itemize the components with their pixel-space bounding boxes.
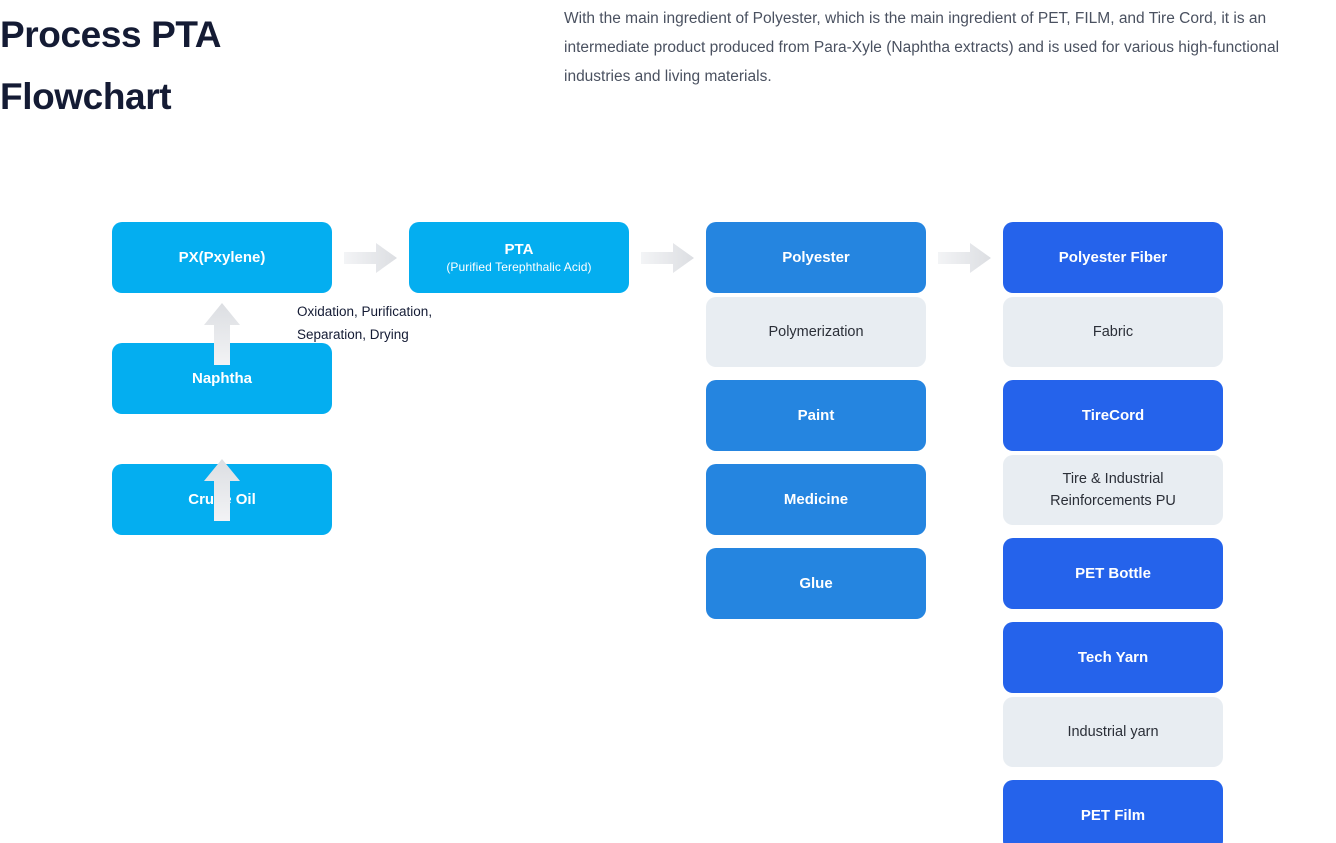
arrow-up-naphtha-to-px	[203, 303, 241, 365]
node-pet-bottle-label: PET Bottle	[1075, 565, 1151, 582]
node-polymerization-label: Polymerization	[768, 324, 864, 340]
node-glue-label: Glue	[799, 575, 833, 592]
flow-column-polyester-products: Polyester Polymerization Paint Medicine …	[706, 222, 926, 619]
flow-column-end-products: Polyester Fiber Fabric TireCord Tire & I…	[1003, 222, 1223, 843]
node-tirecord[interactable]: TireCord	[1003, 380, 1223, 451]
node-fabric: Fabric	[1003, 297, 1223, 367]
node-pta-sublabel: (Purified Terephthalic Acid)	[446, 260, 592, 274]
node-industrial-yarn: Industrial yarn	[1003, 697, 1223, 767]
arrow-up-crude-oil-to-naphtha	[203, 459, 241, 521]
node-tire-reinforcements-label: Tire & Industrial Reinforcements PU	[1050, 471, 1176, 509]
node-pta[interactable]: PTA (Purified Terephthalic Acid)	[409, 222, 629, 293]
node-pet-film-label: PET Film	[1080, 807, 1146, 824]
node-polyester-fiber-label: Polyester Fiber	[1058, 249, 1168, 266]
node-tirecord-label: TireCord	[1081, 407, 1145, 424]
arrow-right-px-to-pta	[344, 242, 398, 274]
node-polymerization: Polymerization	[706, 297, 926, 367]
node-polyester-label: Polyester	[782, 249, 850, 266]
node-naphtha-label: Naphtha	[192, 370, 252, 387]
node-paint[interactable]: Paint	[706, 380, 926, 451]
node-paint-label: Paint	[797, 407, 835, 424]
node-medicine-label: Medicine	[783, 491, 849, 508]
node-tech-yarn[interactable]: Tech Yarn	[1003, 622, 1223, 693]
flowchart-page: Process PTA Flowchart With the main ingr…	[0, 0, 1336, 843]
node-px-pxylene-label: PX(Pxylene)	[178, 249, 266, 266]
node-pet-film[interactable]: PET Film	[1003, 780, 1223, 843]
process-note-oxidation: Oxidation, Purification, Separation, Dry…	[297, 304, 433, 342]
process-flow-diagram: PX(Pxylene) Naphtha Crude Oil PTA (Purif…	[0, 0, 1336, 843]
flow-column-pta: PTA (Purified Terephthalic Acid)	[409, 222, 629, 293]
node-medicine[interactable]: Medicine	[706, 464, 926, 535]
node-tire-reinforcements-note: Tire & Industrial Reinforcements PU	[1003, 455, 1223, 525]
node-industrial-yarn-label: Industrial yarn	[1067, 724, 1159, 740]
arrow-right-pta-to-polyester	[641, 242, 695, 274]
node-polyester-fiber[interactable]: Polyester Fiber	[1003, 222, 1223, 293]
node-px-pxylene[interactable]: PX(Pxylene)	[112, 222, 332, 293]
node-pta-label: PTA	[504, 241, 534, 258]
node-fabric-label: Fabric	[1092, 324, 1134, 340]
arrow-right-polyester-to-fiber	[938, 242, 992, 274]
node-polyester[interactable]: Polyester	[706, 222, 926, 293]
node-pet-bottle[interactable]: PET Bottle	[1003, 538, 1223, 609]
node-tech-yarn-label: Tech Yarn	[1077, 649, 1149, 666]
node-glue[interactable]: Glue	[706, 548, 926, 619]
